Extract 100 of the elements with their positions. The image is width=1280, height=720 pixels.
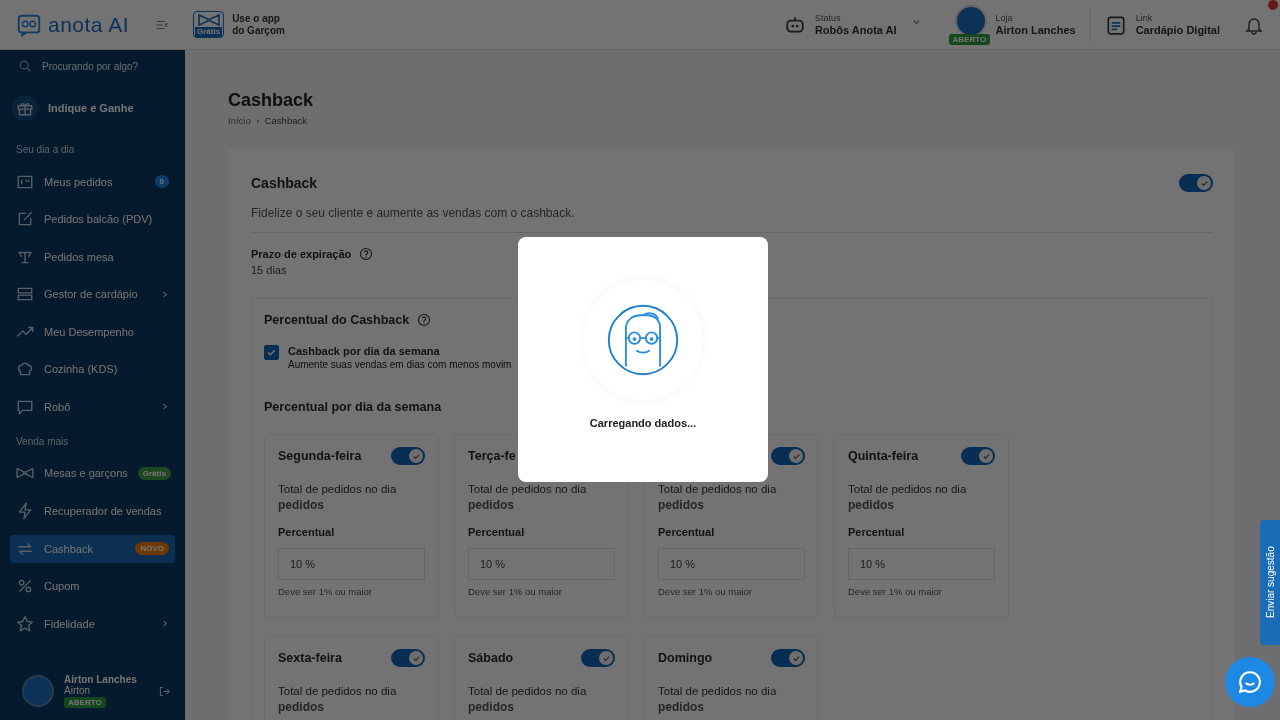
- metric-unit: pedidos: [278, 700, 325, 714]
- day-name: Segunda-feira: [278, 449, 362, 463]
- page-title: Cashback: [228, 90, 315, 111]
- percent-field[interactable]: 10 %: [658, 548, 805, 580]
- mascot-face-icon: [605, 302, 681, 378]
- user-name: Airton: [64, 685, 92, 696]
- chat-icon: [1237, 669, 1263, 695]
- metric-unit: pedidos: [658, 498, 705, 512]
- field-label: Percentual: [848, 526, 906, 538]
- section-heading: Venda mais: [15, 434, 70, 449]
- field-hint: Deve ser 1% ou maior: [468, 586, 563, 597]
- nav-item[interactable]: Meus pedidos 0: [10, 163, 175, 201]
- nav-label: Cashback: [44, 542, 94, 555]
- nav-item[interactable]: Pedidos mesa: [10, 238, 175, 276]
- user-avatar: [22, 675, 54, 707]
- help-icon[interactable]: [417, 313, 432, 327]
- nav-badge: 0: [154, 175, 169, 189]
- nav-item[interactable]: Pedidos balcão (PDV): [10, 200, 175, 238]
- percent-field[interactable]: 10 %: [278, 548, 425, 580]
- logo-text: anota AI: [48, 12, 130, 37]
- nav-item[interactable]: Cupom: [10, 567, 175, 605]
- card-description: Fidelize o seu cliente e aumente as vendas com o cashback.: [251, 206, 576, 220]
- toggle-switch[interactable]: [581, 649, 615, 667]
- day-name: Quinta-feira: [848, 449, 919, 463]
- help-icon[interactable]: [359, 247, 374, 261]
- nav-item[interactable]: Meu Desempenho: [10, 313, 175, 351]
- nav-label: Recuperador de vendas: [44, 504, 163, 517]
- metric-unit: pedidos: [278, 498, 325, 512]
- store-name: Airton Lanches: [995, 23, 1076, 37]
- link-value[interactable]: Cardápio Digital: [1135, 23, 1220, 37]
- section-title: Percentual do Cashback: [264, 313, 410, 327]
- card-title: Cashback: [251, 175, 318, 191]
- expiry-label: Prazo de expiração: [251, 248, 352, 260]
- nav-label: Cupom: [44, 580, 81, 593]
- expiry-value: 15 dias: [251, 264, 288, 276]
- nav-label: Indique e Ganhe: [48, 102, 135, 114]
- metric-label: Total de pedidos no dia: [658, 685, 778, 697]
- toggle-switch[interactable]: [391, 447, 425, 465]
- metric-unit: pedidos: [468, 498, 515, 512]
- field-label: Percentual: [658, 526, 716, 538]
- toggle-switch[interactable]: [1179, 174, 1213, 192]
- waiter-app-link[interactable]: Grátis Use o app do Garçom: [193, 11, 285, 38]
- section-title: Percentual por dia da semana: [264, 400, 443, 414]
- metric-unit: pedidos: [848, 498, 895, 512]
- day-name: Sábado: [468, 651, 514, 665]
- nav-item[interactable]: Fidelidade: [10, 605, 175, 643]
- nav-item[interactable]: Gestor de cardápio: [10, 275, 175, 313]
- open-badge: ABERTO: [948, 33, 991, 45]
- chat-button[interactable]: [1225, 657, 1275, 707]
- nav-item[interactable]: Recuperador de vendas: [10, 492, 175, 530]
- nav-label: Meu Desempenho: [44, 325, 135, 338]
- nav-item[interactable]: Indique e Ganhe: [10, 82, 175, 134]
- loading-message: Carregando dados...: [589, 417, 697, 429]
- metric-label: Total de pedidos no dia: [468, 483, 588, 495]
- search-icon: [18, 59, 32, 73]
- check-icon: [266, 347, 277, 358]
- search-field[interactable]: Procurando por algo?: [40, 59, 174, 73]
- nav-label: Meus pedidos: [44, 175, 114, 188]
- nav-item[interactable]: Cozinha (KDS): [10, 350, 175, 388]
- nav-label: Robô: [44, 400, 72, 413]
- nav-item[interactable]: Cashback NOVO: [10, 534, 175, 563]
- check-icon: [791, 653, 801, 663]
- toggle-switch[interactable]: [771, 649, 805, 667]
- field-hint: Deve ser 1% ou maior: [658, 586, 753, 597]
- check-icon: [411, 653, 421, 663]
- nav-label: Mesas e garçons: [44, 467, 128, 480]
- link-label: Link: [1135, 12, 1154, 24]
- day-name: Sexta-feira: [278, 651, 342, 665]
- bowtie-icon: [197, 13, 220, 27]
- check-icon: [1199, 178, 1209, 188]
- breadcrumb-separator-icon: [254, 117, 261, 124]
- metric-unit: pedidos: [468, 700, 515, 714]
- waiter-app-label: Use o app: [232, 12, 281, 25]
- open-badge: ABERTO: [64, 697, 106, 708]
- status-value: Robôs Anota AI: [814, 23, 897, 37]
- metric-label: Total de pedidos no dia: [278, 685, 398, 697]
- checkbox-description: Aumente suas vendas em dias com menos movim: [288, 359, 512, 370]
- status-selector[interactable]: Status Robôs Anota AI: [769, 0, 935, 50]
- field-label: Percentual: [278, 526, 336, 538]
- free-badge: Grátis: [195, 27, 223, 37]
- checkbox[interactable]: [264, 345, 279, 360]
- breadcrumb-item[interactable]: Início: [228, 115, 251, 126]
- store-avatar: [954, 4, 987, 37]
- nav-item[interactable]: Robô: [10, 388, 175, 426]
- nav-label: Pedidos mesa: [44, 250, 115, 263]
- metric-label: Total de pedidos no dia: [468, 685, 588, 697]
- check-icon: [981, 451, 991, 461]
- metric-unit: pedidos: [658, 700, 705, 714]
- percent-field[interactable]: 10 %: [848, 548, 995, 580]
- nav-item[interactable]: Mesas e garçons Grátis: [10, 454, 175, 492]
- nav-label: Gestor de cardápio: [44, 288, 139, 301]
- percent-field[interactable]: 10 %: [468, 548, 615, 580]
- toggle-switch[interactable]: [961, 447, 995, 465]
- nav-label: Cozinha (KDS): [44, 363, 119, 376]
- store-name: Airton Lanches: [64, 674, 137, 685]
- toggle-switch[interactable]: [391, 649, 425, 667]
- toggle-switch[interactable]: [771, 447, 805, 465]
- feedback-tab[interactable]: Enviar sugestão: [1260, 520, 1280, 645]
- check-icon: [791, 451, 801, 461]
- logout-icon[interactable]: [158, 684, 171, 698]
